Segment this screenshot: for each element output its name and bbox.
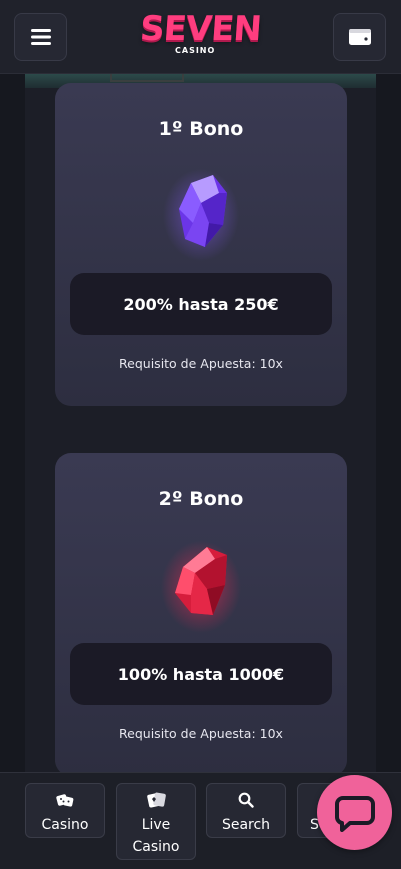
nav-live-casino-button[interactable]: Live Casino	[116, 783, 196, 860]
seven-casino-logo[interactable]: SEVEN CASINO	[133, 9, 268, 62]
top-header: SEVEN CASINO	[0, 0, 401, 74]
nav-casino-button[interactable]: Casino	[25, 783, 105, 838]
bonus-amount: 200% hasta 250€	[70, 273, 332, 335]
bonus-amount-text: 200% hasta 250€	[123, 294, 279, 314]
bonus-title: 2º Bono	[158, 488, 244, 510]
page: SEVEN CASINO 1º Bono 200% hasta 250€ Req…	[0, 0, 401, 869]
wagering-requirement: Requisito de Apuesta: 10x	[119, 726, 283, 741]
hamburger-icon	[30, 29, 51, 45]
bonus-title: 1º Bono	[158, 118, 244, 140]
dice-icon	[56, 794, 74, 807]
menu-button[interactable]	[14, 13, 67, 61]
chat-bubble-icon	[334, 795, 375, 832]
search-icon	[238, 792, 254, 808]
bonus-amount-text: 100% hasta 1000€	[117, 664, 285, 684]
wagering-requirement: Requisito de Apuesta: 10x	[119, 356, 283, 371]
logo-wordmark: SEVEN	[138, 9, 263, 49]
bonus-card: 2º Bono 100% hasta 1000€ Requisito de Ap…	[55, 453, 347, 776]
wallet-button[interactable]	[333, 13, 386, 61]
nav-search-label: Search	[221, 817, 271, 833]
nav-casino-label: Casino	[41, 817, 89, 833]
purple-gem-icon	[161, 163, 241, 263]
wallet-icon	[348, 29, 371, 45]
live-chat-button[interactable]	[317, 775, 392, 850]
cards-icon	[147, 792, 166, 808]
nav-search-button[interactable]: Search	[206, 783, 286, 838]
red-gem-icon	[161, 533, 241, 633]
nav-live-label-line1: Live	[141, 817, 171, 833]
nav-live-label-line2: Casino	[132, 839, 180, 855]
bonus-amount: 100% hasta 1000€	[70, 643, 332, 705]
bonus-card: 1º Bono 200% hasta 250€ Requisito de Apu…	[55, 83, 347, 406]
